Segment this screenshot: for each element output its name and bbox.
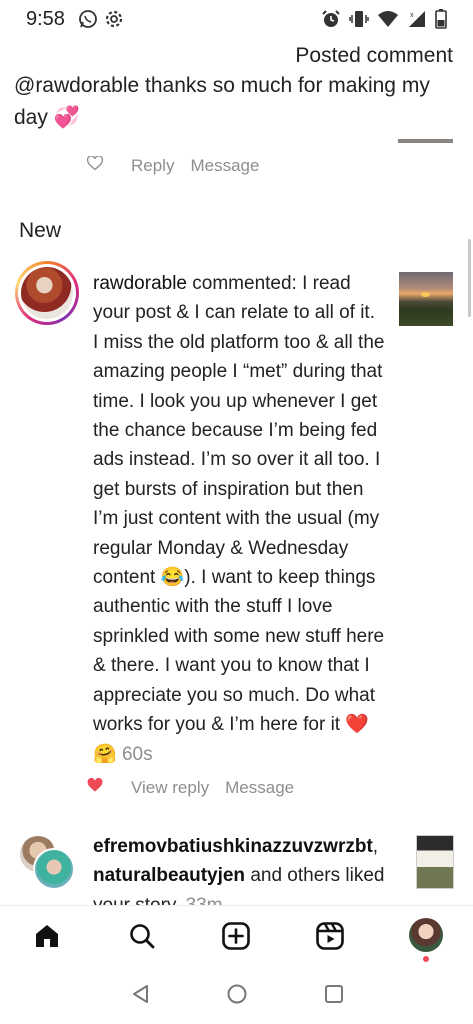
wifi-icon xyxy=(377,9,399,34)
vibrate-icon xyxy=(349,9,369,34)
comment-time: 60s xyxy=(121,743,153,765)
comment-actions: View reply Message xyxy=(87,777,294,798)
svg-text:x: x xyxy=(410,12,414,19)
commented-post-thumbnail[interactable] xyxy=(399,272,453,326)
avatar-photo xyxy=(21,267,73,319)
liker-avatar xyxy=(33,848,75,890)
recent-apps-icon[interactable] xyxy=(323,983,345,1010)
liker-username[interactable]: efremovbatiushkinazzuvzwrzbt xyxy=(93,836,373,857)
back-icon[interactable] xyxy=(130,983,152,1010)
search-icon[interactable] xyxy=(126,920,158,952)
comment-notification[interactable]: rawdorable commented: I read your post &… xyxy=(93,269,385,769)
profile-avatar-icon[interactable] xyxy=(409,918,443,952)
view-reply-button[interactable]: View reply xyxy=(131,778,209,798)
create-post-icon[interactable] xyxy=(220,920,252,952)
heart-outline-icon[interactable] xyxy=(86,155,104,176)
home-icon[interactable] xyxy=(31,920,63,952)
commenter-username[interactable]: rawdorable xyxy=(93,273,187,294)
settings-gear-icon xyxy=(104,9,124,34)
reels-icon[interactable] xyxy=(314,920,346,952)
profile-notification-dot xyxy=(423,956,429,962)
section-new-title: New xyxy=(19,219,62,242)
story-like-notification[interactable]: efremovbatiushkinazzuvzwrzbt, naturalbea… xyxy=(93,832,393,906)
commenter-avatar[interactable] xyxy=(15,261,79,325)
alarm-icon xyxy=(321,9,341,34)
bottom-navigation xyxy=(0,905,473,965)
liker-username[interactable]: naturalbeautyjen xyxy=(93,865,245,886)
signal-icon: x xyxy=(407,9,427,34)
message-button[interactable]: Message xyxy=(190,156,259,176)
message-button[interactable]: Message xyxy=(225,778,294,798)
post-thumbnail[interactable] xyxy=(398,139,453,143)
status-time: 9:58 xyxy=(26,8,65,30)
likers-avatars[interactable] xyxy=(18,834,78,894)
system-navigation-bar xyxy=(0,965,473,1024)
home-circle-icon[interactable] xyxy=(226,983,248,1010)
scrollbar[interactable] xyxy=(468,239,471,317)
whatsapp-icon xyxy=(78,9,98,34)
story-thumbnail[interactable] xyxy=(416,835,454,889)
heart-filled-icon[interactable] xyxy=(87,777,103,798)
reply-button[interactable]: Reply xyxy=(131,156,174,176)
status-bar: 9:58 x xyxy=(0,0,473,36)
comment-text: commented: I read your post & I can rela… xyxy=(93,273,385,765)
posted-comment-text: @rawdorable thanks so much for making my… xyxy=(14,74,430,129)
previous-comment-actions: Reply Message xyxy=(86,155,259,176)
battery-icon xyxy=(435,9,447,34)
posted-comment-label: Posted comment xyxy=(295,44,453,67)
